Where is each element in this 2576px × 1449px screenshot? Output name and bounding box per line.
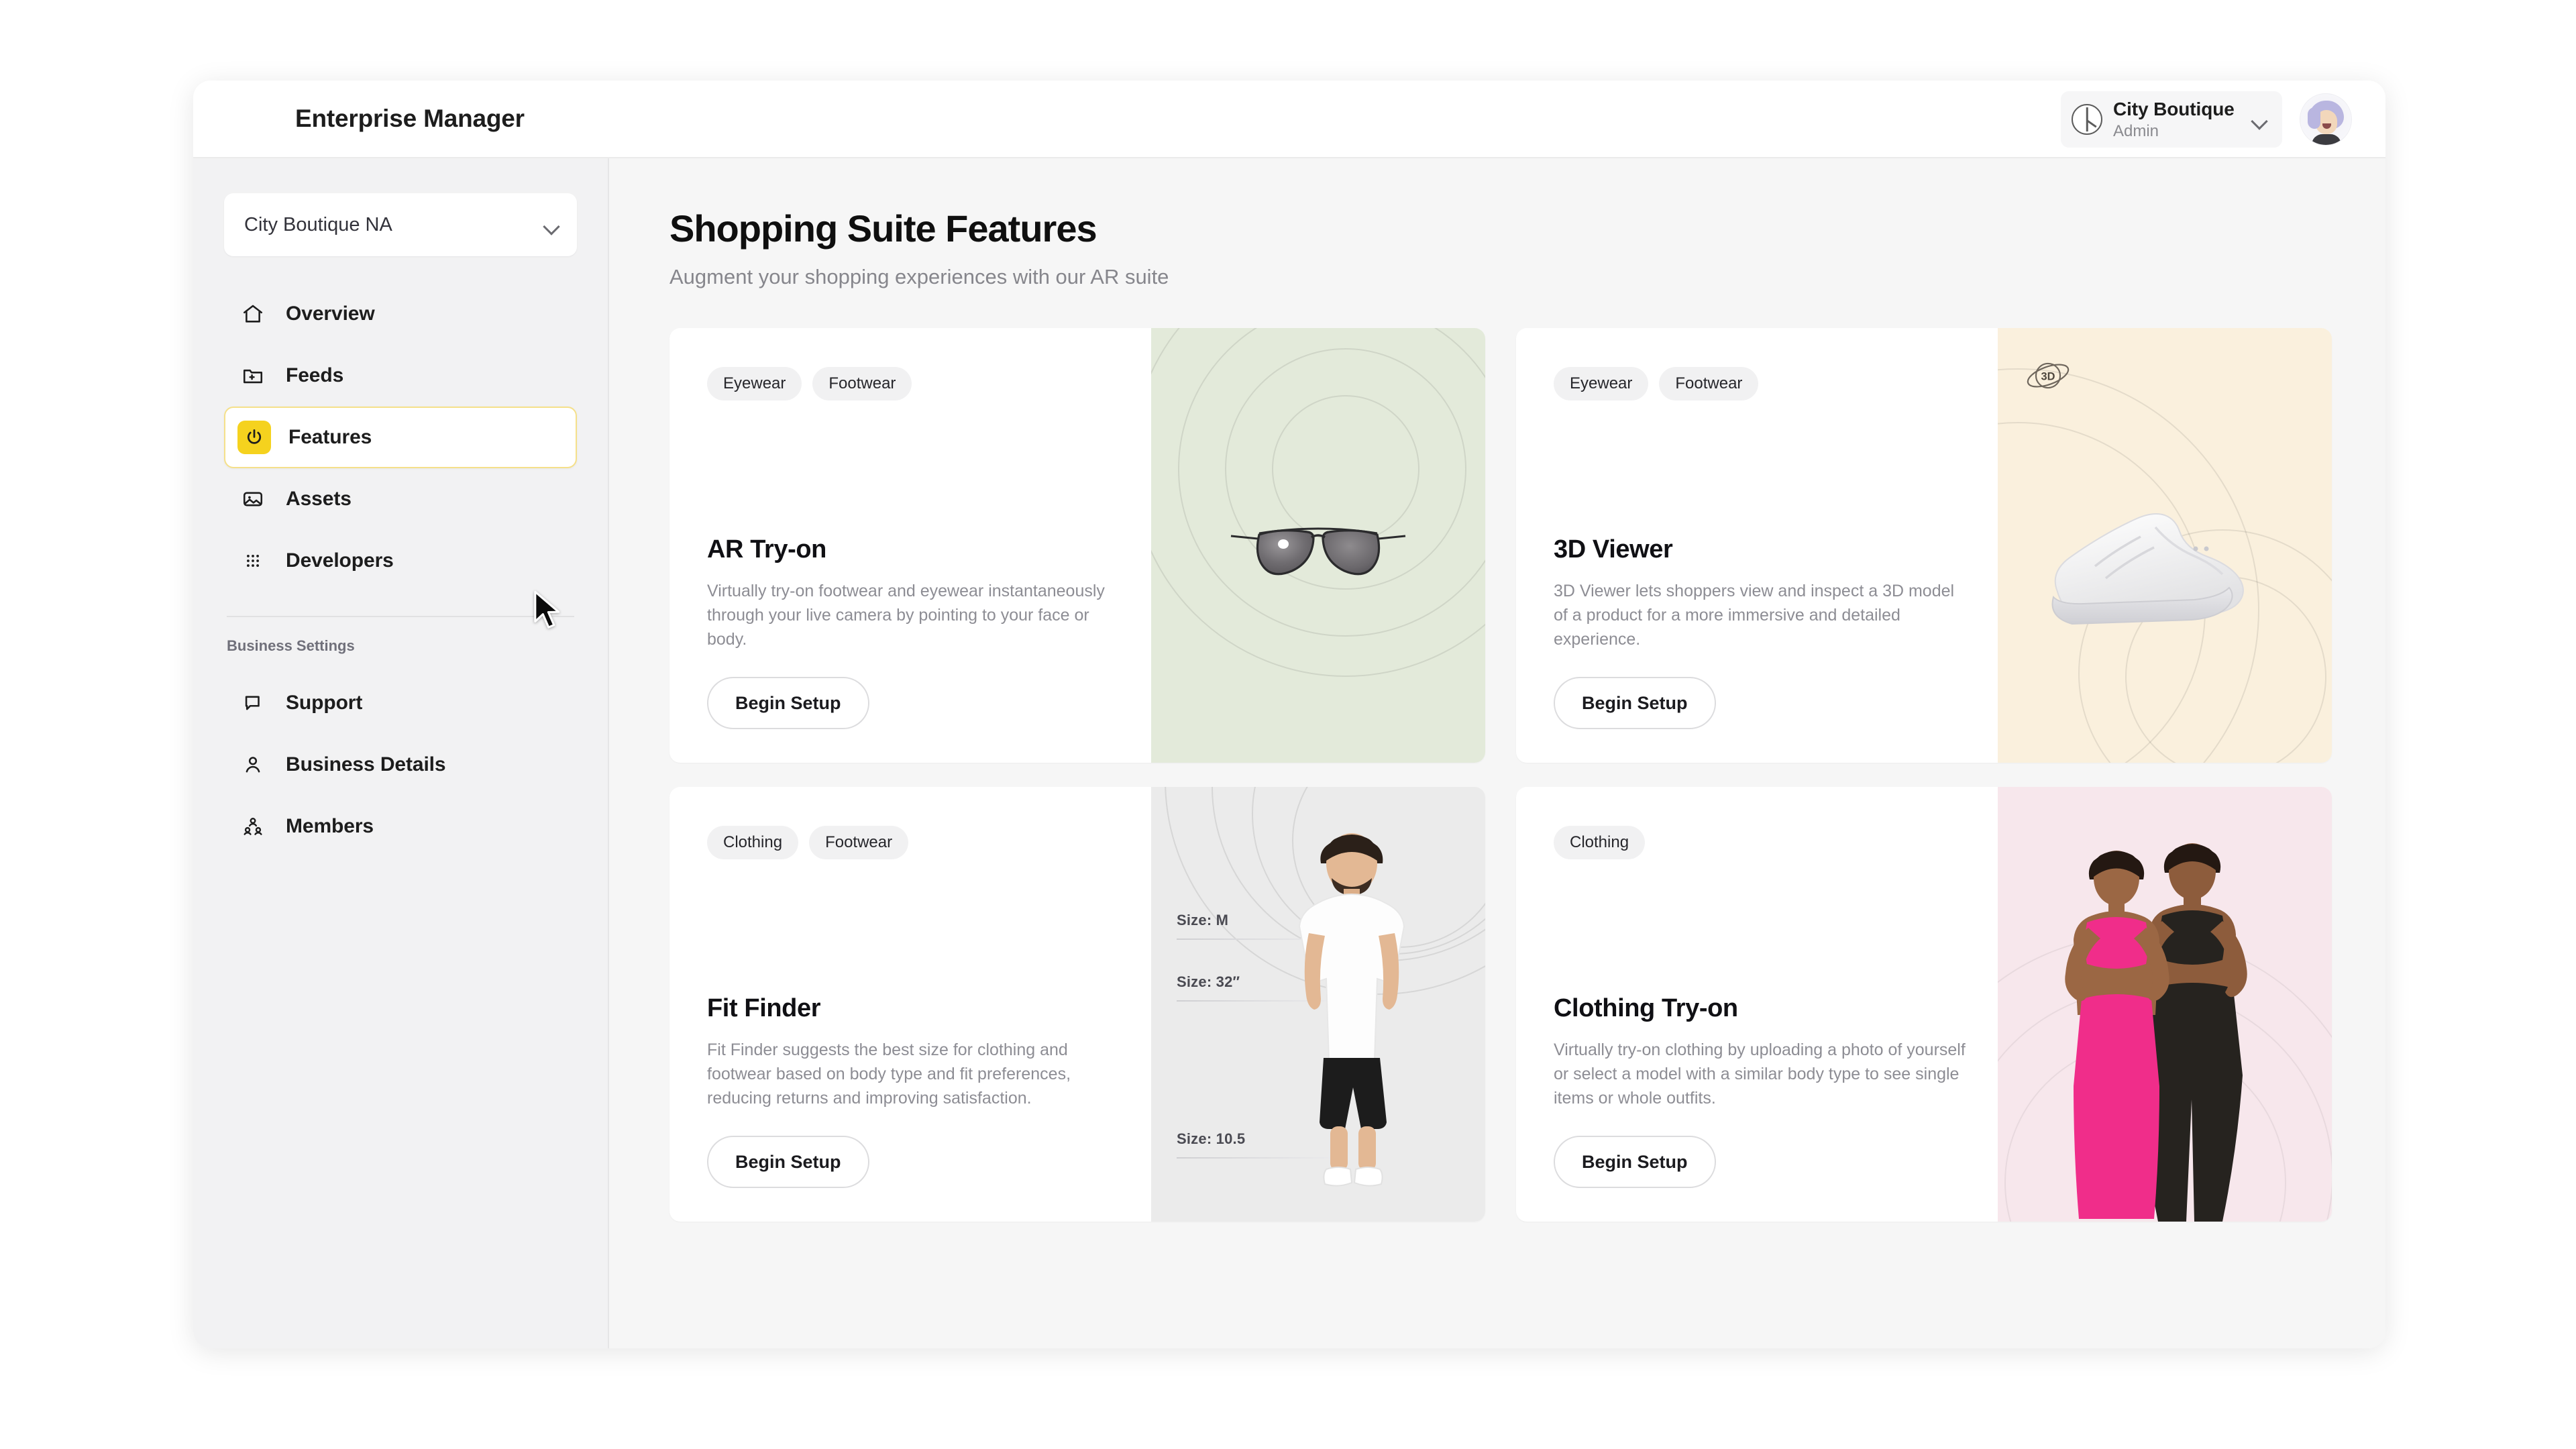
sidebar-item-label: Assets	[286, 488, 352, 510]
orbit-3d-icon: 3D	[2027, 362, 2070, 389]
chip: Footwear	[809, 826, 909, 859]
sidebar-item-label: Feeds	[286, 364, 344, 386]
card-media-3d-viewer: 3D	[1998, 328, 2332, 763]
begin-setup-button[interactable]: Begin Setup	[1554, 1136, 1716, 1188]
card-title: AR Try-on	[707, 535, 826, 564]
sidebar-item-label: Features	[288, 426, 372, 448]
people-group-icon	[237, 811, 268, 842]
store-selector[interactable]: City Boutique NA	[224, 193, 577, 256]
avatar-body	[2312, 134, 2341, 145]
org-switcher[interactable]: City Boutique Admin	[2061, 91, 2282, 148]
sidebar: City Boutique NA Overview Feeds Features…	[193, 158, 609, 1348]
card-description: Virtually try-on footwear and eyewear in…	[707, 582, 1105, 649]
card-body: Fit Finder Fit Finder suggests the best …	[707, 994, 1119, 1188]
card-description: Fit Finder suggests the best size for cl…	[707, 1040, 1071, 1108]
feature-card-ar-try-on[interactable]: Eyewear Footwear AR Try-on Virtually try…	[669, 328, 1485, 763]
image-icon	[237, 484, 268, 515]
sidebar-item-label: Business Details	[286, 753, 446, 775]
card-chips: Clothing Footwear	[707, 826, 1119, 859]
chip: Clothing	[707, 826, 799, 859]
sidebar-item-assets[interactable]: Assets	[224, 468, 577, 530]
card-chips: Clothing	[1554, 826, 1966, 859]
org-name: City Boutique	[2113, 98, 2235, 119]
feature-card-grid: Eyewear Footwear AR Try-on Virtually try…	[669, 328, 2332, 1222]
top-bar: Enterprise Manager City Boutique Admin	[193, 80, 2385, 158]
sneaker-image	[2051, 513, 2244, 625]
card-description: Virtually try-on clothing by uploading a…	[1554, 1040, 1966, 1108]
chip: Eyewear	[707, 367, 802, 400]
sidebar-item-label: Members	[286, 815, 374, 837]
male-model-image	[1298, 833, 1405, 1187]
sidebar-item-features[interactable]: Features	[224, 407, 577, 468]
sidebar-item-business-details[interactable]: Business Details	[224, 734, 577, 796]
home-icon	[237, 299, 268, 329]
app-title: Enterprise Manager	[295, 105, 525, 132]
card-media-ar-try-on	[1151, 328, 1485, 763]
card-body: AR Try-on Virtually try-on footwear and …	[707, 535, 1119, 729]
sidebar-item-overview[interactable]: Overview	[224, 283, 577, 345]
chip: Footwear	[1659, 367, 1759, 400]
sidebar-divider	[227, 616, 574, 617]
card-description: 3D Viewer lets shoppers view and inspect…	[1554, 582, 1955, 649]
card-chips: Eyewear Footwear	[707, 367, 1119, 400]
avatar[interactable]	[2300, 93, 2352, 146]
top-bar-right: City Boutique Admin	[2061, 80, 2352, 158]
chevron-down-icon	[542, 215, 562, 235]
org-texts: City Boutique Admin	[2113, 99, 2239, 141]
card-chips: Eyewear Footwear	[1554, 367, 1966, 400]
begin-setup-button[interactable]: Begin Setup	[707, 1136, 869, 1188]
person-icon	[237, 749, 268, 780]
chip: Eyewear	[1554, 367, 1649, 400]
feature-card-3d-viewer[interactable]: Eyewear Footwear 3D Viewer 3D Viewer let…	[1516, 328, 2332, 763]
org-role: Admin	[2113, 121, 2159, 140]
page-title: Shopping Suite Features	[669, 207, 1097, 250]
chip: Clothing	[1554, 826, 1646, 859]
card-content: Clothing Footwear Fit Finder Fit Finder …	[669, 787, 1151, 1222]
app-window: Enterprise Manager City Boutique Admin C…	[193, 80, 2385, 1348]
sidebar-item-developers[interactable]: Developers	[224, 530, 577, 592]
begin-setup-button[interactable]: Begin Setup	[707, 677, 869, 729]
avatar-hair-side	[2308, 107, 2320, 129]
nav-primary: Overview Feeds Features Assets Developer…	[224, 283, 577, 592]
svg-text:3D: 3D	[2041, 371, 2055, 383]
card-title: Clothing Try-on	[1554, 994, 1738, 1022]
sidebar-item-members[interactable]: Members	[224, 796, 577, 857]
body-row: City Boutique NA Overview Feeds Features…	[193, 158, 2385, 1348]
page-subtitle: Augment your shopping experiences with o…	[669, 265, 1169, 288]
folder-add-icon	[237, 360, 268, 391]
card-media-clothing-try-on	[1998, 787, 2332, 1222]
card-body: Clothing Try-on Virtually try-on clothin…	[1554, 994, 1966, 1188]
sidebar-item-label: Support	[286, 692, 363, 714]
chevron-down-icon	[2250, 109, 2270, 129]
female-models-image	[2065, 843, 2247, 1222]
card-title: 3D Viewer	[1554, 535, 1673, 564]
power-icon	[237, 421, 271, 454]
chat-bubble-icon	[237, 688, 268, 718]
card-content: Clothing Clothing Try-on Virtually try-o…	[1516, 787, 1998, 1222]
sidebar-item-feeds[interactable]: Feeds	[224, 345, 577, 407]
nav-settings: Support Business Details Members	[224, 672, 577, 857]
main-content: Shopping Suite Features Augment your sho…	[609, 158, 2385, 1348]
begin-setup-button[interactable]: Begin Setup	[1554, 677, 1716, 729]
sidebar-item-label: Developers	[286, 549, 394, 572]
sidebar-item-label: Overview	[286, 303, 375, 325]
feature-card-clothing-try-on[interactable]: Clothing Clothing Try-on Virtually try-o…	[1516, 787, 2332, 1222]
card-content: Eyewear Footwear 3D Viewer 3D Viewer let…	[1516, 328, 1998, 763]
sidebar-section-title: Business Settings	[227, 637, 355, 654]
chip: Footwear	[812, 367, 912, 400]
card-body: 3D Viewer 3D Viewer lets shoppers view a…	[1554, 535, 1966, 729]
card-title: Fit Finder	[707, 994, 821, 1022]
card-media-fit-finder: Size: M Size: 32″ Size: 10.5	[1151, 787, 1485, 1222]
sunglasses-icon	[1230, 527, 1406, 576]
feature-card-fit-finder[interactable]: Clothing Footwear Fit Finder Fit Finder …	[669, 787, 1485, 1222]
grid-dots-icon	[237, 545, 268, 576]
store-selector-value: City Boutique NA	[244, 213, 392, 235]
circle-chart-icon	[2072, 104, 2102, 135]
card-content: Eyewear Footwear AR Try-on Virtually try…	[669, 328, 1151, 763]
sidebar-item-support[interactable]: Support	[224, 672, 577, 734]
